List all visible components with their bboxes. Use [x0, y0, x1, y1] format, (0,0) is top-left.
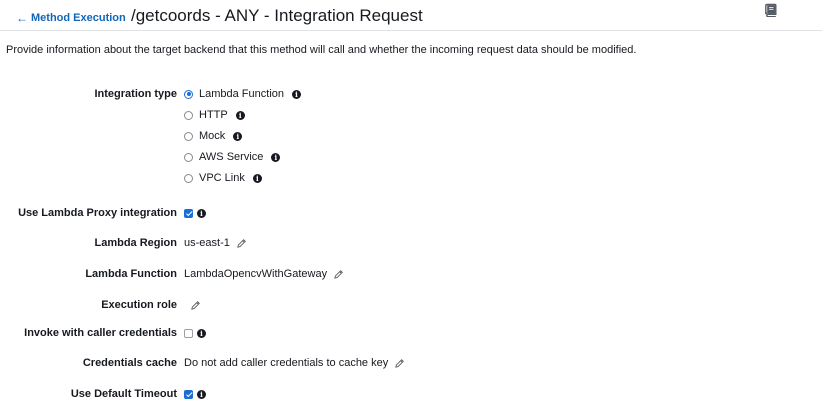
invoke-caller-label: Invoke with caller credentials — [24, 327, 177, 339]
invoke-caller-checkbox[interactable] — [184, 328, 193, 338]
info-icon[interactable]: i — [197, 328, 206, 338]
radio-http[interactable]: HTTP i — [184, 107, 245, 123]
radio-label: AWS Service — [199, 151, 264, 163]
credentials-cache-row: Credentials cache Do not add caller cred… — [0, 355, 828, 371]
radio-lambda-function[interactable]: Lambda Function i — [184, 86, 301, 102]
radio-button[interactable] — [184, 152, 193, 162]
lambda-region-label: Lambda Region — [94, 237, 177, 249]
credentials-cache-value: Do not add caller credentials to cache k… — [184, 357, 389, 369]
execution-role-row: Execution role — [0, 297, 828, 313]
radio-mock[interactable]: Mock i — [184, 128, 243, 144]
radio-vpc-link[interactable]: VPC Link i — [184, 170, 262, 186]
pencil-icon[interactable] — [394, 358, 405, 369]
credentials-cache-label: Credentials cache — [82, 357, 177, 369]
info-icon[interactable]: i — [235, 110, 245, 120]
radio-label: HTTP — [199, 109, 228, 121]
info-icon[interactable]: i — [197, 208, 206, 218]
radio-button[interactable] — [184, 89, 193, 99]
default-timeout-checkbox[interactable] — [184, 389, 193, 399]
radio-label: VPC Link — [199, 172, 245, 184]
radio-button[interactable] — [184, 131, 193, 141]
intro-text: Provide information about the target bac… — [6, 44, 637, 56]
invoke-caller-control: i — [184, 325, 206, 341]
credentials-cache-control: Do not add caller credentials to cache k… — [184, 355, 405, 371]
radio-label: Lambda Function — [199, 88, 284, 100]
lambda-region-value: us-east-1 — [184, 237, 230, 249]
default-timeout-row: Use Default Timeout i — [0, 386, 828, 402]
pencil-icon[interactable] — [333, 269, 344, 280]
lambda-proxy-checkbox[interactable] — [184, 208, 193, 218]
info-icon[interactable]: i — [233, 131, 243, 141]
page-title: /getcoords - ANY - Integration Request — [131, 6, 423, 25]
pencil-icon[interactable] — [236, 238, 247, 249]
execution-role-control — [184, 297, 201, 313]
page-header: ← Method Execution /getcoords - ANY - In… — [0, 0, 822, 31]
lambda-region-control: us-east-1 — [184, 235, 247, 251]
method-execution-link[interactable]: ← Method Execution — [16, 11, 126, 25]
lambda-function-row: Lambda Function LambdaOpencvWithGateway — [0, 266, 828, 282]
lambda-function-value: LambdaOpencvWithGateway — [184, 268, 328, 280]
radio-aws-service[interactable]: AWS Service i — [184, 149, 281, 165]
back-arrow-icon: ← — [16, 11, 28, 25]
radio-label: Mock — [199, 130, 226, 142]
integration-type-row: Integration type — [0, 86, 828, 102]
lambda-function-control: LambdaOpencvWithGateway — [184, 266, 344, 282]
info-icon[interactable]: i — [197, 389, 206, 399]
info-icon[interactable]: i — [271, 152, 281, 162]
lambda-proxy-control: i — [184, 205, 206, 221]
pencil-icon[interactable] — [190, 300, 201, 311]
default-timeout-label: Use Default Timeout — [70, 388, 177, 400]
info-icon[interactable]: i — [292, 89, 301, 99]
radio-button[interactable] — [184, 110, 193, 120]
invoke-caller-row: Invoke with caller credentials i — [0, 325, 828, 341]
radio-button[interactable] — [184, 173, 193, 183]
execution-role-label: Execution role — [101, 299, 177, 311]
integration-type-label: Integration type — [94, 88, 177, 100]
info-icon[interactable]: i — [252, 173, 262, 183]
method-execution-label: Method Execution — [31, 12, 126, 24]
lambda-region-row: Lambda Region us-east-1 — [0, 235, 828, 251]
book-icon[interactable] — [764, 3, 778, 17]
default-timeout-control: i — [184, 386, 206, 402]
lambda-proxy-row: Use Lambda Proxy integration i — [0, 205, 828, 221]
lambda-function-label: Lambda Function — [85, 268, 177, 280]
lambda-proxy-label: Use Lambda Proxy integration — [18, 207, 177, 219]
